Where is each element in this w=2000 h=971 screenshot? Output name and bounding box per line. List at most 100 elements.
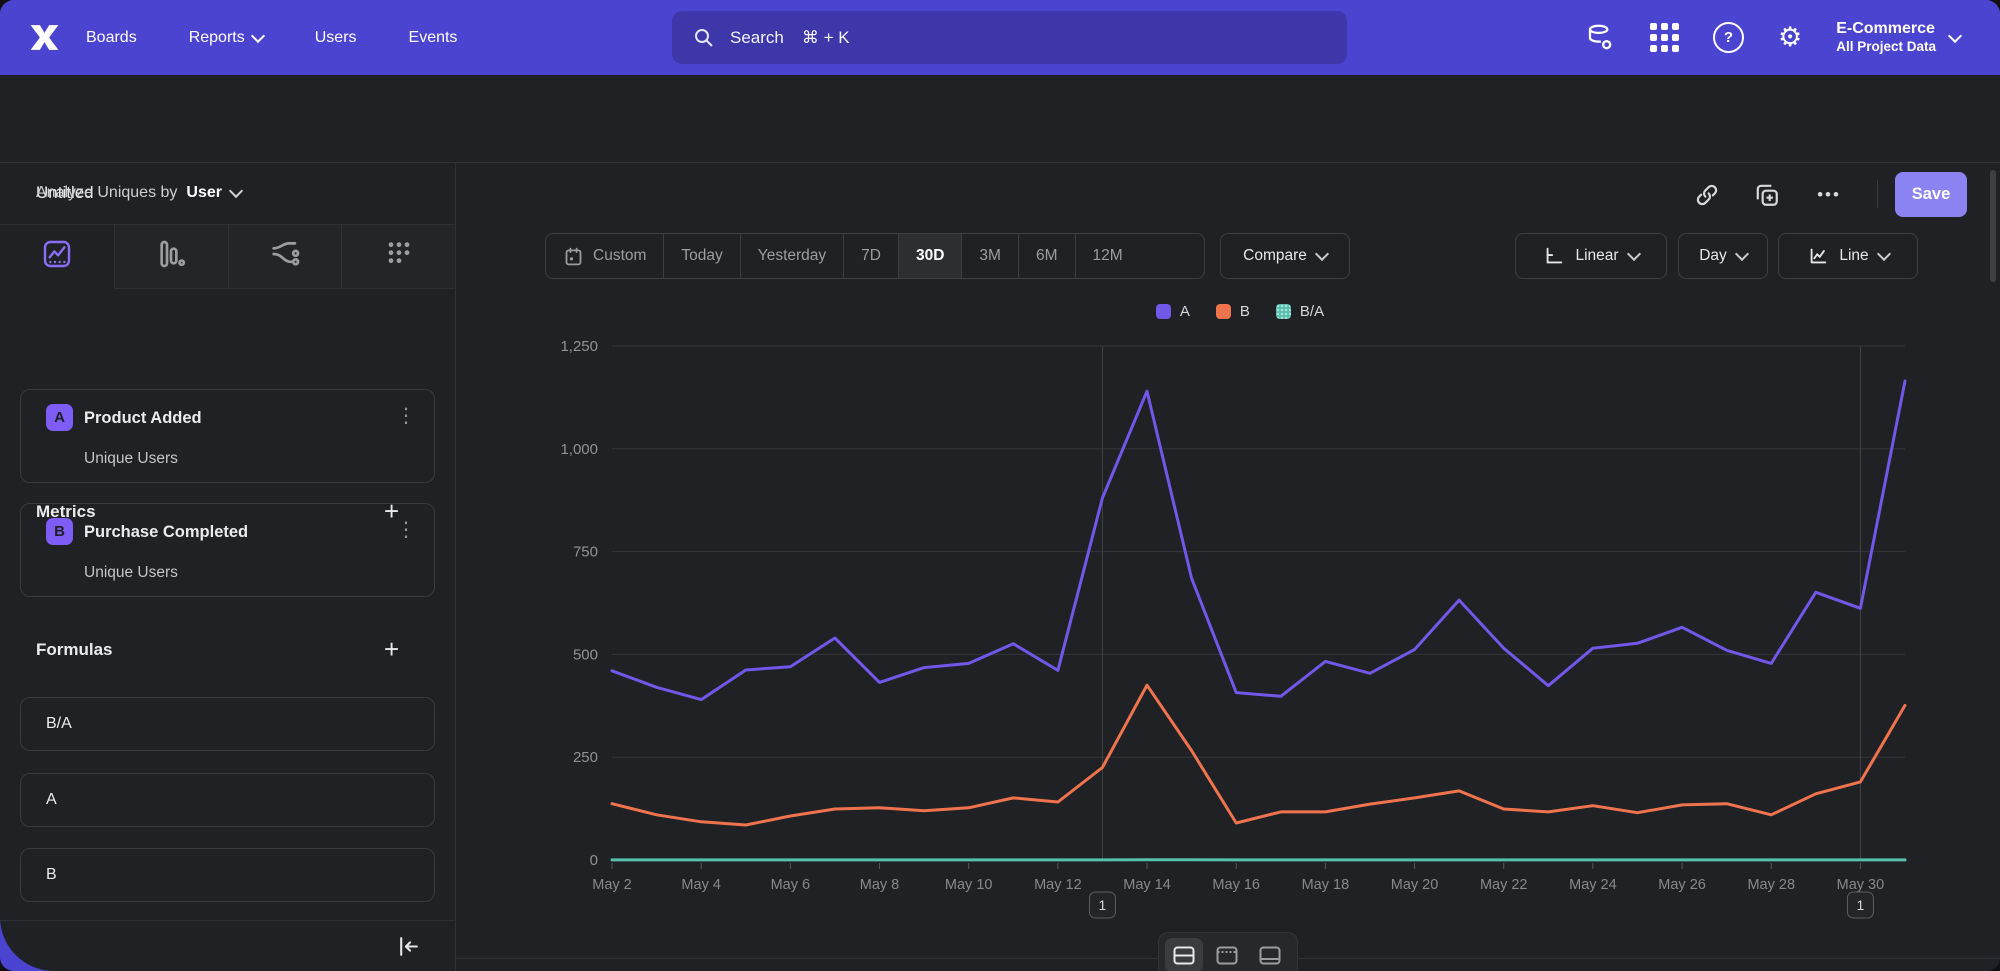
line-chart: 02505007501,0001,250May 2May 4May 6May 8… xyxy=(550,335,1930,935)
range-today[interactable]: Today xyxy=(663,234,739,278)
save-button[interactable]: Save xyxy=(1895,172,1967,217)
legend-item[interactable]: B xyxy=(1216,303,1250,320)
nav-item-users[interactable]: Users xyxy=(315,29,357,47)
range-custom[interactable]: Custom xyxy=(546,234,663,278)
x-axis-tick-label: May 28 xyxy=(1747,877,1795,893)
formula-card[interactable]: A xyxy=(20,773,435,827)
date-range-control: Custom Today Yesterday 7D 30D 3M 6M 12M xyxy=(545,233,1205,279)
metric-subtitle[interactable]: Unique Users xyxy=(84,450,178,468)
chevron-down-icon xyxy=(1626,247,1640,261)
metric-name: Product Added xyxy=(84,409,202,428)
analyze-entity-value: User xyxy=(186,184,222,202)
chevron-down-icon xyxy=(251,28,265,42)
data-management-icon[interactable] xyxy=(1584,22,1616,54)
scrollbar[interactable] xyxy=(1990,170,1996,282)
flow-tab-icon xyxy=(268,237,302,276)
series-line-b xyxy=(612,685,1905,825)
legend-label: A xyxy=(1180,303,1190,320)
duplicate-icon[interactable] xyxy=(1750,178,1784,212)
nav-item-events[interactable]: Events xyxy=(409,29,458,47)
x-axis-tick-label: May 26 xyxy=(1658,877,1706,893)
annotation-badge[interactable]: 1 xyxy=(1089,892,1115,918)
search-shortcut: ⌘ + K xyxy=(802,28,850,48)
range-6m[interactable]: 6M xyxy=(1018,234,1075,278)
chevron-down-icon xyxy=(1315,247,1329,261)
interval-label: Day xyxy=(1699,247,1727,265)
x-axis-tick-label: May 30 xyxy=(1837,877,1885,893)
search-icon xyxy=(692,26,716,50)
search-label: Search xyxy=(730,28,784,48)
formulas-heading: Formulas xyxy=(36,640,113,660)
project-switcher[interactable]: E-Commerce All Project Data xyxy=(1836,19,1960,56)
interval-dropdown[interactable]: Day xyxy=(1678,233,1768,279)
chevron-down-icon xyxy=(1948,28,1962,42)
nav-item-label: Boards xyxy=(86,29,137,47)
formula-label: A xyxy=(46,791,57,809)
range-30d[interactable]: 30D xyxy=(898,234,961,278)
more-options-icon[interactable]: ••• xyxy=(1812,178,1846,212)
legend-item[interactable]: B/A xyxy=(1276,303,1324,320)
metric-subtitle[interactable]: Unique Users xyxy=(84,564,178,582)
legend-label: B/A xyxy=(1300,303,1324,320)
nav-item-boards[interactable]: Boards xyxy=(86,29,137,47)
formula-label: B xyxy=(46,866,57,884)
top-nav: Boards Reports Users Events Search ⌘ + K xyxy=(0,0,2000,75)
apps-grid-icon[interactable] xyxy=(1650,23,1679,52)
range-label: 6M xyxy=(1036,247,1058,265)
query-sidebar: Analyze Uniques by User xyxy=(0,162,456,971)
range-label: Yesterday xyxy=(758,247,826,265)
chevron-down-icon xyxy=(229,184,243,198)
x-axis-tick-label: May 4 xyxy=(681,877,721,893)
annotation-badge[interactable]: 1 xyxy=(1847,892,1873,918)
svg-text:1: 1 xyxy=(1099,897,1107,913)
divider xyxy=(1877,180,1878,208)
legend-item[interactable]: A xyxy=(1156,303,1190,320)
y-axis-tick-label: 250 xyxy=(573,749,598,766)
analyze-row: Analyze Uniques by User xyxy=(0,162,455,225)
nav-item-reports[interactable]: Reports xyxy=(189,29,263,47)
x-axis-tick-label: May 20 xyxy=(1391,877,1439,893)
legend-swatch xyxy=(1276,304,1291,319)
nav-item-label: Events xyxy=(409,29,458,47)
settings-gear-icon[interactable]: ⚙ xyxy=(1778,24,1802,51)
range-3m[interactable]: 3M xyxy=(961,234,1018,278)
legend-swatch xyxy=(1156,304,1171,319)
analyze-entity-dropdown[interactable]: User xyxy=(186,184,241,202)
chevron-down-icon xyxy=(1735,247,1749,261)
range-7d[interactable]: 7D xyxy=(843,234,898,278)
formula-card[interactable]: B/A xyxy=(20,697,435,751)
sidebar-footer xyxy=(0,920,455,971)
help-icon[interactable]: ? xyxy=(1713,22,1744,53)
metric-badge: A xyxy=(46,404,73,431)
search-input[interactable]: Search ⌘ + K xyxy=(672,11,1347,64)
layout-bottom-button[interactable] xyxy=(1251,938,1289,971)
chart-type-dropdown[interactable]: Line xyxy=(1778,233,1918,279)
collapse-sidebar-icon[interactable] xyxy=(396,934,421,959)
series-line-a xyxy=(612,381,1905,700)
tab-bar-chart[interactable] xyxy=(114,225,228,289)
x-axis-tick-label: May 14 xyxy=(1123,877,1171,893)
metric-card[interactable]: B Purchase Completed ⋮ Unique Users xyxy=(20,503,435,597)
compare-button[interactable]: Compare xyxy=(1220,233,1350,279)
tab-insights-line[interactable] xyxy=(0,225,114,289)
formula-card[interactable]: B xyxy=(20,848,435,902)
kebab-menu-icon[interactable]: ⋮ xyxy=(396,520,416,540)
layout-top-button[interactable] xyxy=(1208,938,1246,971)
report-header: Untitled ••• Save xyxy=(0,75,2000,163)
retention-tab-icon xyxy=(383,238,415,275)
y-axis-tick-label: 500 xyxy=(573,646,598,663)
tab-retention[interactable] xyxy=(341,225,455,289)
range-yesterday[interactable]: Yesterday xyxy=(740,234,843,278)
add-formula-button[interactable]: + xyxy=(384,638,399,660)
chevron-down-icon xyxy=(1877,247,1891,261)
mixpanel-logo-icon[interactable] xyxy=(26,19,63,61)
range-12m[interactable]: 12M xyxy=(1075,234,1140,278)
layout-split-button[interactable] xyxy=(1165,938,1203,971)
kebab-menu-icon[interactable]: ⋮ xyxy=(396,406,416,426)
metric-badge: B xyxy=(46,518,73,545)
tab-flow[interactable] xyxy=(228,225,342,289)
scale-dropdown[interactable]: Linear xyxy=(1515,233,1667,279)
metric-card[interactable]: A Product Added ⋮ Unique Users xyxy=(20,389,435,483)
copy-link-icon[interactable] xyxy=(1690,178,1724,212)
x-axis-tick-label: May 12 xyxy=(1034,877,1082,893)
